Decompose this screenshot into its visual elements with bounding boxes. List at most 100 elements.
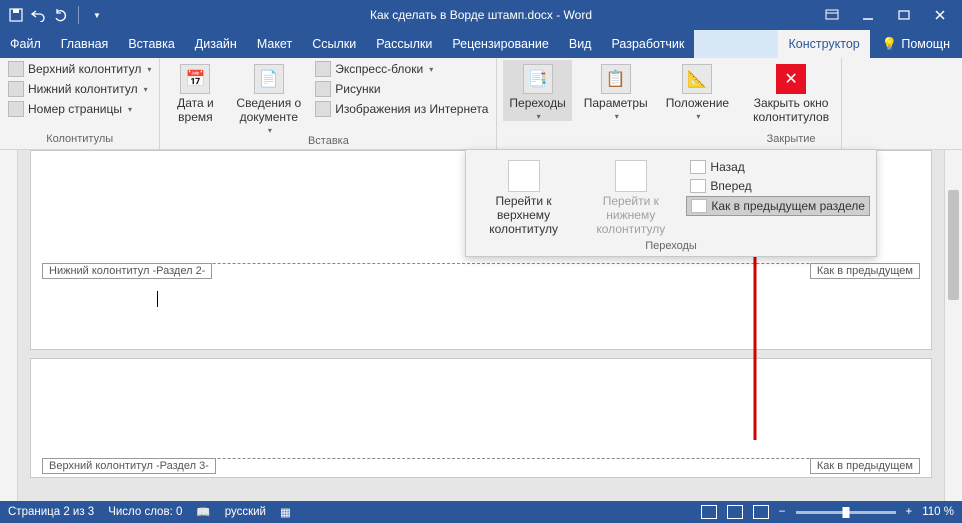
group-navigation: 📑Переходы▾ 📋Параметры▾ 📐Положение▾	[497, 58, 741, 149]
help-label: Помощн	[901, 37, 950, 51]
tab-file[interactable]: Файл	[0, 30, 51, 58]
date-time-label: Дата и время	[177, 96, 214, 124]
transitions-icon: 📑	[523, 64, 553, 94]
close-hf-button[interactable]: ✕Закрыть окно колонтитулов	[747, 60, 835, 124]
link-to-previous-button[interactable]: Как в предыдущем разделе	[686, 196, 870, 216]
tab-layout[interactable]: Макет	[247, 30, 302, 58]
close-hf-icon: ✕	[776, 64, 806, 94]
position-button[interactable]: 📐Положение▾	[660, 60, 735, 121]
view-print-icon[interactable]	[727, 505, 743, 519]
quick-parts-icon	[315, 61, 331, 77]
quick-parts-label: Экспресс-блоки	[335, 62, 423, 76]
qat-customize-icon[interactable]: ▼	[89, 7, 105, 23]
date-time-button[interactable]: 📅Дата и время	[166, 60, 224, 124]
tab-mailings[interactable]: Рассылки	[366, 30, 442, 58]
online-pictures-label: Изображения из Интернета	[335, 102, 488, 116]
redo-icon[interactable]	[52, 7, 68, 23]
group-insert-label: Вставка	[166, 135, 490, 149]
status-language[interactable]: русский	[225, 506, 266, 518]
footer-section-tag: Нижний колонтитул -Раздел 2-	[42, 263, 212, 279]
status-page[interactable]: Страница 2 из 3	[8, 506, 94, 518]
nav-back-button[interactable]: Назад	[686, 158, 870, 176]
go-to-footer-button: Перейти к нижнему колонтитулу	[579, 154, 682, 236]
lightbulb-icon: 💡	[882, 37, 898, 52]
tab-home[interactable]: Главная	[51, 30, 119, 58]
close-hf-label: Закрыть окно колонтитулов	[753, 96, 829, 124]
vertical-ruler	[0, 150, 18, 501]
group-close-label: Закрытие	[747, 133, 835, 147]
macro-icon[interactable]: ▦	[280, 505, 291, 519]
link-previous-label: Как в предыдущем разделе	[711, 199, 865, 213]
quick-parts-button[interactable]: Экспресс-блоки▾	[313, 60, 490, 78]
online-pictures-button[interactable]: Изображения из Интернета	[313, 100, 490, 118]
tab-help[interactable]: 💡 Помощн	[870, 30, 962, 58]
title-bar: ▼ Как сделать в Ворде штамп.docx - Word	[0, 0, 962, 30]
status-words[interactable]: Число слов: 0	[108, 506, 182, 518]
go-header-icon	[508, 160, 540, 192]
group-nav-label	[503, 145, 735, 147]
vertical-scrollbar[interactable]	[944, 150, 962, 501]
header-label: Верхний колонтитул	[28, 62, 141, 76]
doc-info-label: Сведения о документе	[236, 96, 301, 124]
calendar-icon: 📅	[180, 64, 210, 94]
view-read-icon[interactable]	[701, 505, 717, 519]
group-insert: 📅Дата и время 📄Сведения о документе▾ Экс…	[160, 58, 497, 149]
header-button[interactable]: Верхний колонтитул▾	[6, 60, 153, 78]
doc-info-button[interactable]: 📄Сведения о документе▾	[230, 60, 307, 135]
ribbon-options-icon[interactable]	[824, 7, 840, 23]
view-web-icon[interactable]	[753, 505, 769, 519]
tab-constructor[interactable]: Конструктор	[778, 30, 869, 58]
close-icon[interactable]	[932, 7, 948, 23]
pictures-icon	[315, 81, 331, 97]
forward-icon	[690, 179, 706, 193]
online-pictures-icon	[315, 101, 331, 117]
spellcheck-icon[interactable]: 📖	[196, 505, 210, 519]
page-number-label: Номер страницы	[28, 102, 122, 116]
maximize-icon[interactable]	[896, 7, 912, 23]
tab-design[interactable]: Дизайн	[185, 30, 247, 58]
tab-review[interactable]: Рецензирование	[442, 30, 559, 58]
footer-icon	[8, 81, 24, 97]
doc-info-icon: 📄	[254, 64, 284, 94]
pictures-button[interactable]: Рисунки	[313, 80, 490, 98]
position-label: Положение	[666, 96, 729, 110]
pictures-label: Рисунки	[335, 82, 380, 96]
transitions-button[interactable]: 📑Переходы▾	[503, 60, 571, 121]
quick-access-toolbar: ▼	[0, 6, 113, 24]
tab-insert[interactable]: Вставка	[118, 30, 184, 58]
header-section-tag: Верхний колонтитул -Раздел 3-	[42, 458, 216, 474]
zoom-level[interactable]: 110 %	[922, 506, 954, 518]
zoom-in-button[interactable]: +	[906, 506, 913, 518]
tab-view[interactable]: Вид	[559, 30, 602, 58]
go-footer-icon	[615, 160, 647, 192]
go-footer-label: Перейти к нижнему колонтитулу	[579, 194, 682, 236]
transitions-label: Переходы	[509, 96, 565, 110]
zoom-out-button[interactable]: −	[779, 506, 786, 518]
footer-button[interactable]: Нижний колонтитул▾	[6, 80, 153, 98]
tab-references[interactable]: Ссылки	[302, 30, 366, 58]
parameters-button[interactable]: 📋Параметры▾	[578, 60, 654, 121]
page-number-button[interactable]: Номер страницы▾	[6, 100, 153, 118]
zoom-slider[interactable]	[796, 511, 896, 514]
group-header-footer: Верхний колонтитул▾ Нижний колонтитул▾ Н…	[0, 58, 160, 149]
tab-context-gap	[694, 30, 778, 58]
save-icon[interactable]	[8, 7, 24, 23]
scrollbar-thumb[interactable]	[948, 190, 959, 300]
status-bar: Страница 2 из 3 Число слов: 0 📖 русский …	[0, 501, 962, 523]
transitions-dropdown: Перейти к верхнему колонтитулу Перейти к…	[465, 149, 877, 257]
group-hf-label: Колонтитулы	[6, 133, 153, 147]
page-number-icon	[8, 101, 24, 117]
go-to-header-button[interactable]: Перейти к верхнему колонтитулу	[472, 154, 575, 236]
zoom-knob[interactable]	[842, 507, 849, 518]
back-icon	[690, 160, 706, 174]
page-3: Верхний колонтитул -Раздел 3- Как в пред…	[30, 358, 932, 478]
nav-forward-button[interactable]: Вперед	[686, 177, 870, 195]
undo-icon[interactable]	[30, 7, 46, 23]
header-icon	[8, 61, 24, 77]
minimize-icon[interactable]	[860, 7, 876, 23]
position-icon: 📐	[682, 64, 712, 94]
footer-label: Нижний колонтитул	[28, 82, 138, 96]
link-previous-icon	[691, 199, 707, 213]
tab-developer[interactable]: Разработчик	[601, 30, 694, 58]
go-header-label: Перейти к верхнему колонтитулу	[472, 194, 575, 236]
